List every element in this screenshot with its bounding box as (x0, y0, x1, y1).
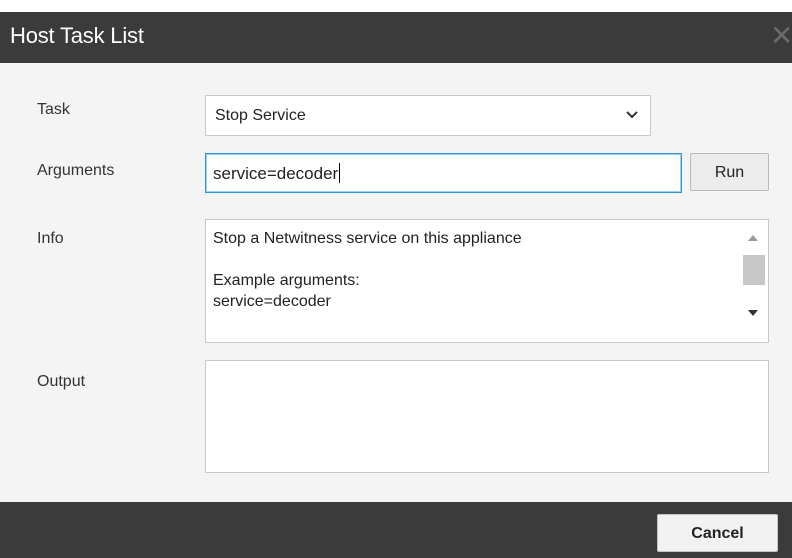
info-scrollbar[interactable] (738, 220, 768, 342)
arguments-input-value: service=decoder (213, 164, 339, 183)
dialog-footer: Cancel (0, 502, 792, 558)
task-select[interactable]: Stop Service (205, 95, 651, 136)
scrollbar-thumb[interactable] (743, 255, 765, 285)
task-select-value: Stop Service (215, 107, 306, 124)
info-textarea[interactable]: Stop a Netwitness service on this applia… (205, 219, 769, 343)
task-label: Task (37, 101, 70, 118)
dialog-title: Host Task List (10, 23, 144, 48)
arguments-label: Arguments (37, 162, 115, 179)
host-task-list-dialog: Host Task List ✕ Task Stop Service Argum… (0, 12, 792, 558)
run-button[interactable]: Run (690, 153, 769, 191)
chevron-down-icon (626, 111, 638, 119)
scroll-up-arrow-icon[interactable] (747, 234, 759, 242)
close-icon[interactable]: ✕ (770, 21, 792, 51)
text-cursor (339, 163, 341, 183)
output-label: Output (37, 373, 86, 390)
arguments-input[interactable]: service=decoder (205, 153, 682, 193)
run-button-label: Run (714, 164, 745, 181)
screen-top-strip (0, 0, 792, 12)
cancel-button-label: Cancel (691, 525, 744, 542)
info-label: Info (37, 230, 64, 247)
output-textarea[interactable] (205, 360, 769, 473)
info-text: Stop a Netwitness service on this applia… (213, 230, 522, 310)
cancel-button[interactable]: Cancel (657, 514, 778, 552)
dialog-titlebar: Host Task List ✕ (0, 12, 792, 63)
scroll-down-arrow-icon[interactable] (747, 309, 759, 317)
